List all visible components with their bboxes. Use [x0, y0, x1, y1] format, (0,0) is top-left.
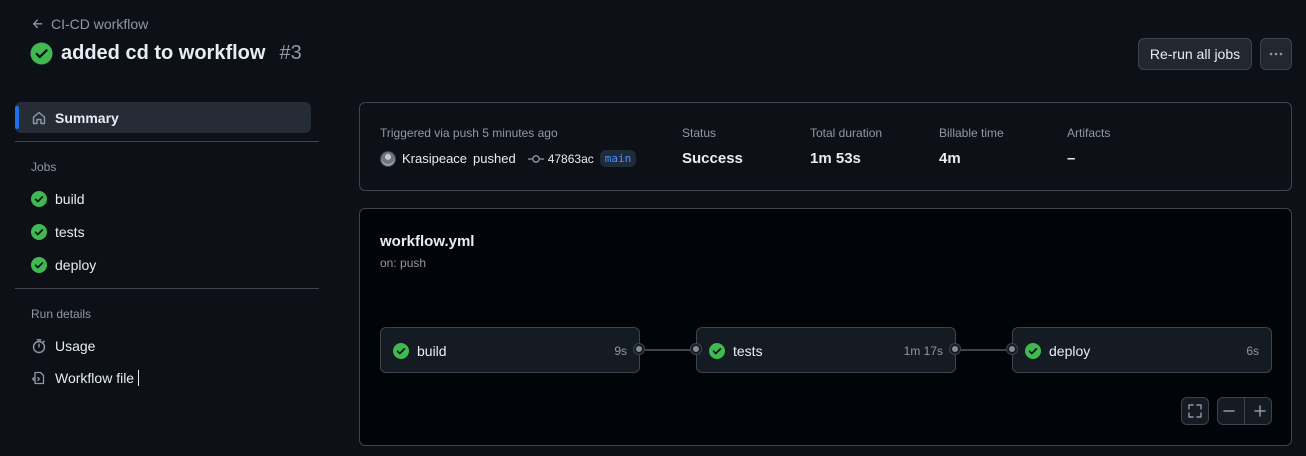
job-connector: [956, 349, 1012, 351]
fullscreen-button[interactable]: [1181, 397, 1209, 425]
job-duration: 9s: [614, 344, 627, 358]
workflow-trigger: on: push: [380, 256, 427, 270]
sidebar-item-build[interactable]: build: [23, 185, 311, 213]
run-number: #3: [279, 42, 302, 64]
back-link-label: CI-CD workflow: [51, 16, 149, 32]
run-title: added cd to workflow: [61, 42, 266, 64]
connection-dot: [1007, 344, 1017, 354]
actor-name[interactable]: Krasipeace: [402, 151, 467, 166]
commit-sha: 47863ac: [547, 151, 594, 166]
active-indicator: [15, 106, 19, 129]
status-label: Status: [682, 126, 717, 140]
trigger-info: Krasipeace pushed 47863ac main: [380, 150, 637, 167]
back-link[interactable]: CI-CD workflow: [31, 16, 148, 32]
success-check-icon: [31, 191, 47, 207]
duration-value: 1m 53s: [810, 150, 861, 167]
billable-value: 4m: [939, 150, 961, 167]
sidebar-item-summary[interactable]: Summary: [15, 102, 311, 133]
sidebar-item-label: build: [55, 191, 85, 207]
job-node-build[interactable]: build 9s: [380, 327, 640, 373]
billable-label: Billable time: [939, 126, 1004, 140]
job-name: build: [417, 343, 447, 359]
workflow-file-name[interactable]: workflow.yml: [380, 233, 474, 250]
run-summary-card: [359, 102, 1292, 191]
success-check-icon: [1025, 343, 1041, 359]
sidebar-item-tests[interactable]: tests: [23, 218, 311, 246]
commit-link[interactable]: 47863ac: [527, 151, 594, 166]
zoom-divider: [1244, 398, 1245, 424]
git-commit-icon: [527, 154, 544, 163]
sidebar-item-deploy[interactable]: deploy: [23, 251, 311, 279]
divider: [15, 288, 319, 289]
zoom-in-icon[interactable]: [1253, 404, 1267, 418]
avatar: [380, 150, 396, 167]
triggered-label: Triggered via push 5 minutes ago: [380, 126, 558, 140]
divider: [15, 141, 319, 142]
home-icon: [32, 111, 46, 125]
run-details-heading: Run details: [31, 307, 92, 321]
workflow-file-text: Workflow file: [55, 370, 135, 386]
kebab-horizontal-icon: [1269, 52, 1283, 56]
sidebar-item-usage[interactable]: Usage: [23, 332, 311, 360]
text-cursor: [138, 370, 140, 386]
job-node-deploy[interactable]: deploy 6s: [1012, 327, 1272, 373]
success-check-icon: [30, 42, 53, 65]
artifacts-label: Artifacts: [1067, 126, 1111, 140]
sidebar-item-label: Workflow file: [55, 370, 140, 386]
jobs-heading: Jobs: [31, 160, 57, 174]
branch-badge[interactable]: main: [599, 150, 637, 167]
sidebar-item-label: Usage: [55, 338, 96, 354]
connection-dot: [950, 344, 960, 354]
actor-action: pushed: [473, 151, 516, 166]
fullscreen-icon: [1188, 404, 1202, 418]
artifacts-value: –: [1067, 150, 1076, 167]
sidebar-item-label: tests: [55, 224, 85, 240]
zoom-out-icon[interactable]: [1222, 404, 1236, 418]
job-duration: 6s: [1246, 344, 1259, 358]
zoom-controls: [1217, 397, 1272, 425]
job-name: deploy: [1049, 343, 1091, 359]
rerun-all-jobs-button[interactable]: Re-run all jobs: [1138, 38, 1252, 70]
connection-dot: [691, 344, 701, 354]
duration-label: Total duration: [810, 126, 883, 140]
success-check-icon: [31, 224, 47, 240]
arrow-left-icon: [32, 19, 43, 29]
job-name: tests: [733, 343, 763, 359]
file-code-icon: [32, 371, 45, 385]
stopwatch-icon: [32, 339, 46, 354]
sidebar-item-workflow-file[interactable]: Workflow file: [23, 364, 311, 392]
status-value: Success: [682, 150, 743, 167]
connection-dot: [634, 344, 644, 354]
more-options-button[interactable]: [1260, 38, 1292, 70]
success-check-icon: [393, 343, 409, 359]
job-node-tests[interactable]: tests 1m 17s: [696, 327, 956, 373]
job-duration: 1m 17s: [903, 344, 943, 358]
success-check-icon: [709, 343, 725, 359]
success-check-icon: [31, 257, 47, 273]
job-connector: [640, 349, 696, 351]
sidebar-item-label: Summary: [55, 110, 119, 126]
page-title: added cd to workflow #3: [30, 42, 302, 65]
sidebar-item-label: deploy: [55, 257, 97, 273]
